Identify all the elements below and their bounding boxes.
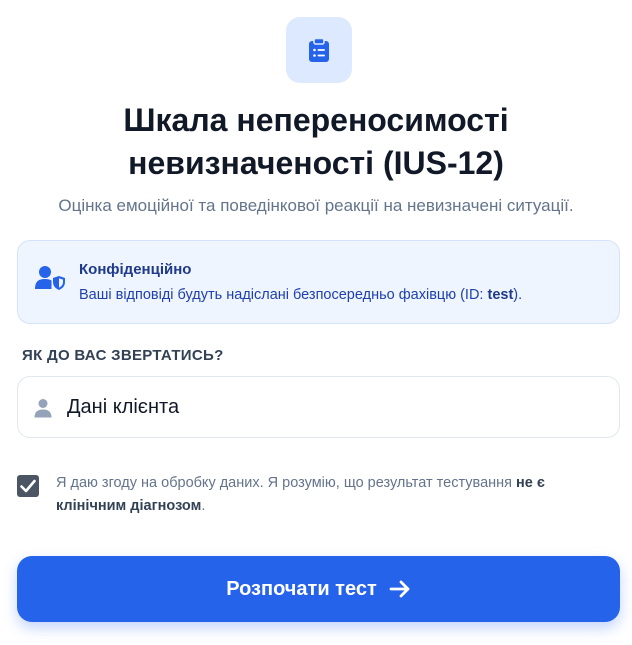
consent-checkbox[interactable]	[17, 475, 39, 497]
title-line-1: Шкала непереносимості	[123, 102, 509, 138]
notice-title: Конфіденційно	[79, 261, 192, 278]
page-title: Шкала непереносимості невизначеності (IU…	[0, 99, 632, 185]
notice-text-end: ).	[513, 287, 523, 303]
title-line-2: невизначеності (IUS-12)	[128, 145, 504, 181]
confidential-notice: Конфіденційно Ваші відповіді будуть наді…	[17, 240, 620, 324]
consent-text-main: Я даю згоду на обробку даних. Я розумію,…	[56, 475, 517, 491]
user-icon	[34, 399, 52, 418]
notice-text: Ваші відповіді будуть надіслані безпосер…	[79, 287, 522, 303]
notice-specialist-id: test	[487, 287, 514, 303]
name-field-label: ЯК ДО ВАС ЗВЕРТАТИСЬ?	[22, 347, 224, 364]
name-field[interactable]	[17, 376, 620, 438]
page: Шкала непереносимості невизначеності (IU…	[0, 0, 632, 645]
checkmark-icon	[20, 479, 36, 493]
user-shield-icon	[35, 266, 65, 290]
client-name-input[interactable]	[67, 377, 607, 437]
start-test-label: Розпочати тест	[226, 577, 377, 600]
page-subtitle: Оцінка емоційної та поведінкової реакції…	[58, 196, 574, 215]
consent-text: Я даю згоду на обробку даних. Я розумію,…	[56, 472, 616, 518]
header-icon-badge	[286, 17, 352, 83]
arrow-right-icon	[389, 580, 410, 598]
consent-text-end: .	[201, 498, 206, 514]
clipboard-list-icon	[309, 37, 329, 62]
start-test-button[interactable]: Розпочати тест	[17, 556, 620, 622]
notice-text-start: Ваші відповіді будуть надіслані безпосер…	[79, 287, 488, 303]
